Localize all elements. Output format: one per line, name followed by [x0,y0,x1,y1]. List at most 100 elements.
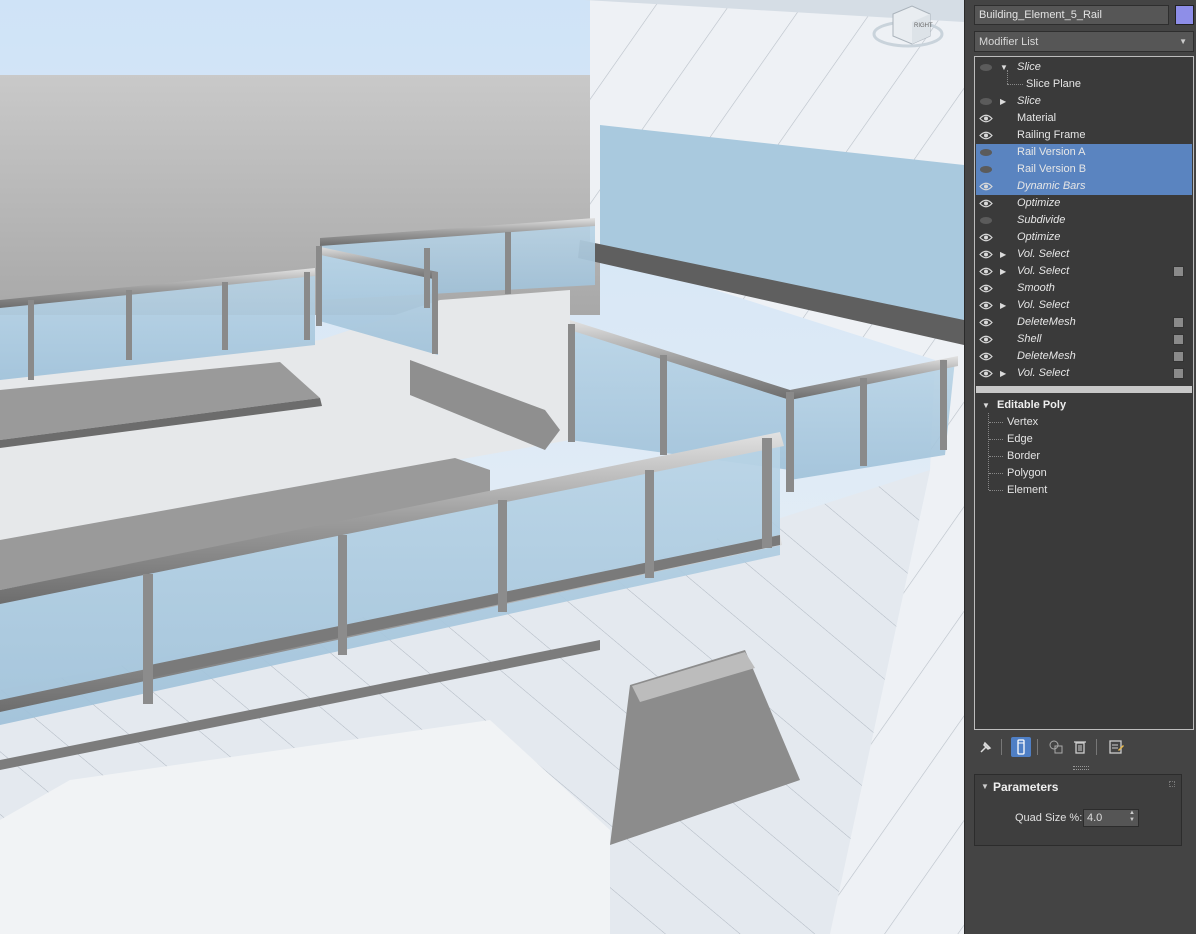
subobject-label: Edge [1007,433,1033,445]
stack-modifier-label: Subdivide [1017,214,1066,226]
stack-modifier-item[interactable]: Material [976,110,1192,127]
subobject-label: Border [1007,450,1041,462]
eye-off-icon[interactable] [979,147,993,158]
modifier-toggle-checkbox[interactable] [1173,368,1184,379]
subobject-label: Polygon [1007,467,1047,479]
eye-icon[interactable] [979,351,993,362]
eye-icon[interactable] [979,249,993,260]
eye-off-icon[interactable] [979,164,993,175]
eye-icon[interactable] [979,334,993,345]
stack-modifier-label: Vol. Select [1017,265,1070,277]
stack-toolbar [974,735,1194,759]
stack-modifier-item[interactable]: Shell [976,331,1192,348]
stack-subobject-label: Slice Plane [1026,78,1082,90]
modify-panel: Building_Element_5_Rail Modifier List ▼ … [964,0,1196,934]
eye-icon[interactable] [979,283,993,294]
editable-poly-title: Editable Poly [997,399,1067,411]
stack-modifier-label: Shell [1017,333,1042,345]
modifier-toggle-checkbox[interactable] [1173,317,1184,328]
eye-icon[interactable] [979,232,993,243]
rollout-grip-icon[interactable] [1169,781,1175,787]
panel-resize-grip[interactable] [1073,766,1089,770]
collapse-triangle-icon[interactable]: ▶ [1000,93,1006,110]
eye-icon[interactable] [979,130,993,141]
subobject-vertex[interactable]: Vertex [976,414,1192,431]
stack-modifier-label: Optimize [1017,197,1061,209]
stack-modifier-label: Slice [1017,95,1041,107]
stack-modifier-label: DeleteMesh [1017,350,1076,362]
stack-modifier-item[interactable]: DeleteMesh [976,314,1192,331]
subobject-polygon[interactable]: Polygon [976,465,1192,482]
stack-modifier-item[interactable]: ▶ Vol. Select [976,365,1192,382]
modifier-toggle-checkbox[interactable] [1173,334,1184,345]
modifier-toggle-checkbox[interactable] [1173,351,1184,362]
stack-modifier-item[interactable]: Rail Version A [976,144,1192,161]
make-unique-icon[interactable] [1046,737,1066,757]
stack-modifier-item[interactable]: Rail Version B [976,161,1192,178]
eye-off-icon[interactable] [979,62,993,73]
subobject-label: Element [1007,484,1048,496]
eye-icon[interactable] [979,300,993,311]
stack-modifier-label: Vol. Select [1017,248,1070,260]
subobject-element[interactable]: Element [976,482,1192,499]
stack-modifier-item[interactable]: Optimize [976,195,1192,212]
collapse-triangle-icon[interactable]: ▶ [1000,297,1006,314]
configure-modifier-sets-icon[interactable] [1106,737,1126,757]
stack-modifier-label: Vol. Select [1017,299,1070,311]
stack-modifier-label: Vol. Select [1017,367,1070,379]
stack-modifier-label: Optimize [1017,231,1061,243]
stack-modifier-item[interactable]: DeleteMesh [976,348,1192,365]
collapse-triangle-icon[interactable]: ▶ [1000,246,1006,263]
quad-size-label: Quad Size %: [1015,812,1083,824]
stack-modifier-label: Rail Version A [1017,146,1086,158]
eye-icon[interactable] [979,198,993,209]
eye-icon[interactable] [979,368,993,379]
viewport-scene: RIGHT [0,0,964,934]
collapse-triangle-icon[interactable]: ▶ [1000,365,1006,382]
show-end-result-icon[interactable] [1011,737,1031,757]
stack-modifier-item[interactable]: Dynamic Bars [976,178,1192,195]
eye-icon[interactable] [979,113,993,124]
stack-modifier-label: Slice [1017,61,1041,73]
eye-icon[interactable] [979,317,993,328]
stack-separator [976,386,1192,393]
subobject-border[interactable]: Border [976,448,1192,465]
chevron-down-icon: ▼ [1179,37,1187,46]
modifier-list-dropdown[interactable]: Modifier List ▼ [974,31,1194,52]
stack-modifier-label: Material [1017,112,1057,124]
object-name-field[interactable]: Building_Element_5_Rail [974,5,1169,25]
stack-modifier-item[interactable]: ▶ Vol. Select [976,263,1192,280]
pin-stack-icon[interactable] [976,737,996,757]
rollout-collapse-icon[interactable]: ▼ [981,782,989,791]
parameters-title[interactable]: Parameters [993,780,1058,794]
stack-modifier-item[interactable]: ▼ Slice [976,59,1192,76]
stack-base-object[interactable]: ▼ Editable Poly [976,397,1192,414]
stack-modifier-item[interactable]: Subdivide [976,212,1192,229]
viewcube-face-label: RIGHT [914,23,933,29]
modifier-toggle-checkbox[interactable] [1173,266,1184,277]
subobject-edge[interactable]: Edge [976,431,1192,448]
collapse-triangle-icon[interactable]: ▶ [1000,263,1006,280]
expand-triangle-icon[interactable]: ▼ [982,397,990,414]
stack-modifier-label: Smooth [1017,282,1055,294]
eye-off-icon[interactable] [979,96,993,107]
stack-subobject-item[interactable]: Slice Plane [976,70,1192,93]
eye-icon[interactable] [979,181,993,192]
modifier-list-label: Modifier List [979,36,1039,48]
3d-viewport[interactable]: RIGHT [0,0,964,934]
stack-modifier-item[interactable]: ▶ Slice [976,93,1192,110]
stack-modifier-label: DeleteMesh [1017,316,1076,328]
eye-off-icon[interactable] [979,215,993,226]
stack-modifier-label: Railing Frame [1017,129,1086,141]
stack-modifier-item[interactable]: Railing Frame [976,127,1192,144]
quad-size-spinner-icon[interactable]: ▲ ▼ [1129,810,1135,824]
object-color-swatch[interactable] [1175,5,1194,25]
eye-icon[interactable] [979,266,993,277]
remove-modifier-icon[interactable] [1070,737,1090,757]
stack-modifier-item[interactable]: ▶ Vol. Select [976,297,1192,314]
parameters-rollout: ▼ Parameters Quad Size %: 4.0 ▲ ▼ [974,774,1182,846]
stack-modifier-item[interactable]: Optimize [976,229,1192,246]
stack-modifier-item[interactable]: ▶ Vol. Select [976,246,1192,263]
stack-modifier-item[interactable]: Smooth [976,280,1192,297]
modifier-stack[interactable]: ▼ Slice Slice Plane ▶ Slice Material Railing F… [974,56,1194,730]
